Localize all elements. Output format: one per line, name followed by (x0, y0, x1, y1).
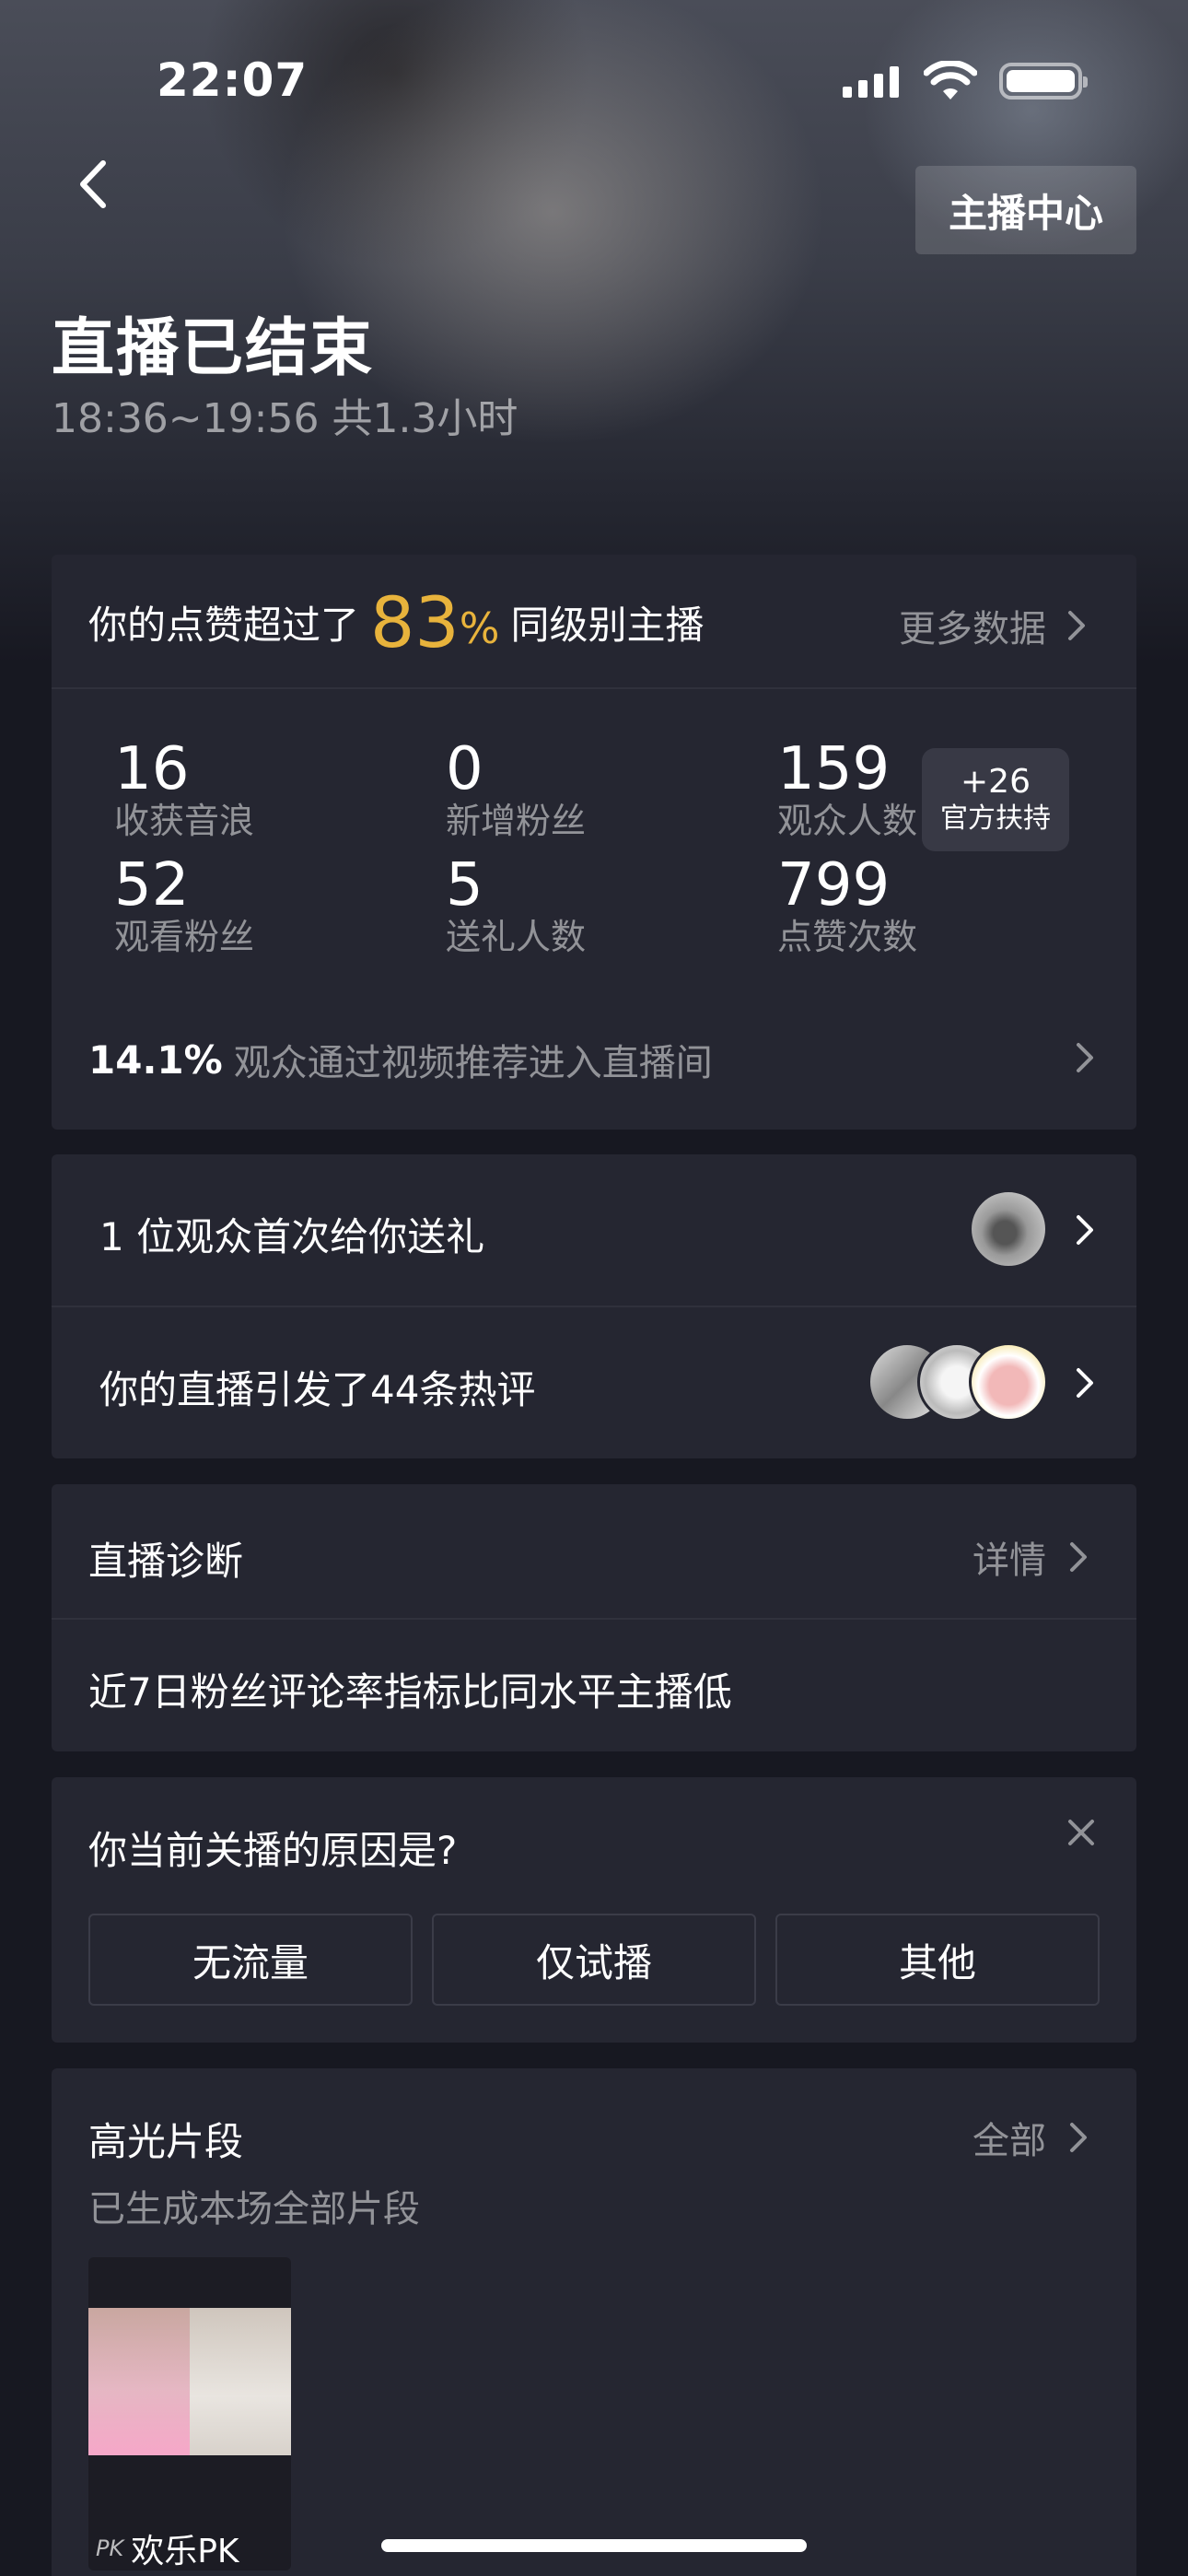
recommend-text: 观众通过视频推荐进入直播间 (233, 1042, 713, 1084)
anchor-center-button[interactable]: 主播中心 (915, 166, 1136, 254)
survey-question: 你当前关播的原因是? (88, 1828, 458, 1873)
recommend-percent: 14.1% (88, 1036, 223, 1083)
clips-subtitle: 已生成本场全部片段 (88, 2188, 420, 2231)
chevron-right-icon (1070, 1542, 1087, 1572)
clip-label-row: PK 欢乐PK (96, 2524, 239, 2570)
divider (52, 1618, 1136, 1620)
page-title: 直播已结束 (52, 312, 375, 385)
stat-gifters: 5 送礼人数 (446, 855, 750, 958)
chevron-right-icon (1077, 1215, 1093, 1245)
stat-watching-fans: 52 观看粉丝 (114, 855, 418, 958)
chevron-right-icon (1077, 1368, 1093, 1398)
chevron-right-icon (1070, 2123, 1087, 2152)
stat-sound-waves: 16 收获音浪 (114, 739, 418, 842)
battery-icon (999, 63, 1088, 100)
stat-label: 新增粉丝 (446, 801, 587, 841)
first-gift-label: 1 位观众首次给你送礼 (99, 1214, 485, 1259)
stat-value: 16 (114, 735, 190, 803)
stat-value: 52 (114, 851, 190, 919)
diagnosis-card: 直播诊断 详情 近7日粉丝评论率指标比同水平主播低 (52, 1484, 1136, 1751)
chevron-left-icon (80, 160, 106, 208)
live-summary-card: 你的点赞超过了 83 % 同级别主播 更多数据 16 收获音浪 0 新增粉丝 1… (52, 555, 1136, 1130)
stat-label: 收获音浪 (114, 801, 255, 841)
stat-value: 5 (446, 851, 483, 919)
chevron-right-icon (1077, 1043, 1093, 1072)
diagnosis-title: 直播诊断 (88, 1539, 244, 1584)
clips-all-label: 全部 (973, 2120, 1046, 2162)
home-indicator (381, 2539, 807, 2552)
first-gift-row[interactable]: 1 位观众首次给你送礼 (52, 1154, 1136, 1306)
clip-thumbnail[interactable]: PK 欢乐PK (88, 2257, 291, 2570)
more-data-link[interactable]: 更多数据 (899, 599, 1087, 652)
more-data-label: 更多数据 (899, 608, 1046, 650)
status-time: 22:07 (157, 53, 309, 107)
stat-value: 799 (777, 851, 891, 919)
like-ranking-suffix: 同级别主播 (510, 602, 705, 648)
stat-value: 0 (446, 735, 483, 803)
stat-label: 观看粉丝 (114, 917, 255, 957)
commenter-avatar (969, 1342, 1048, 1422)
diagnosis-message: 近7日粉丝评论率指标比同水平主播低 (88, 1669, 732, 1715)
status-bar: 22:07 (0, 0, 1188, 138)
stat-label: 点赞次数 (777, 917, 918, 957)
stat-new-fans: 0 新增粉丝 (446, 739, 750, 842)
reason-test-stream-button[interactable]: 仅试播 (432, 1914, 756, 2006)
interaction-card: 1 位观众首次给你送礼 你的直播引发了44条热评 (52, 1154, 1136, 1458)
official-boost-badge: +26 官方扶持 (922, 748, 1069, 851)
boost-value: +26 (961, 763, 1031, 801)
clip-label: 欢乐PK (131, 2533, 239, 2570)
like-ranking-percent-unit: % (459, 603, 500, 653)
recommend-source-row[interactable]: 14.1% 观众通过视频推荐进入直播间 (88, 1030, 1101, 1089)
cellular-signal-icon (843, 66, 899, 98)
reason-other-button[interactable]: 其他 (775, 1914, 1100, 2006)
chevron-right-icon (1068, 611, 1085, 640)
stat-likes: 799 点赞次数 (777, 855, 1081, 958)
live-duration: 18:36~19:56 共1.3小时 (52, 395, 518, 442)
hot-comments-row[interactable]: 你的直播引发了44条热评 (52, 1307, 1136, 1458)
close-icon[interactable] (1065, 1816, 1098, 1849)
wifi-icon (924, 61, 977, 100)
divider (52, 687, 1136, 689)
stat-label: 送礼人数 (446, 917, 587, 957)
like-ranking-row: 你的点赞超过了 83 % 同级别主播 (88, 571, 704, 673)
hot-comments-label: 你的直播引发了44条热评 (99, 1367, 536, 1412)
like-ranking-percent: 83 (370, 580, 460, 663)
clip-preview-image (88, 2308, 291, 2455)
like-ranking-prefix: 你的点赞超过了 (88, 602, 360, 648)
clips-title: 高光片段 (88, 2119, 244, 2164)
reason-no-traffic-button[interactable]: 无流量 (88, 1914, 413, 2006)
boost-label: 官方扶持 (940, 802, 1051, 835)
clips-all-link[interactable]: 全部 (973, 2111, 1089, 2164)
back-button[interactable] (64, 152, 120, 217)
gifter-avatar (969, 1189, 1048, 1269)
pk-badge: PK (96, 2535, 124, 2561)
diagnosis-detail-label: 详情 (973, 1540, 1046, 1582)
diagnosis-detail-link[interactable]: 详情 (973, 1530, 1089, 1584)
close-reason-survey-card: 你当前关播的原因是? 无流量 仅试播 其他 (52, 1777, 1136, 2043)
highlight-clips-card: 高光片段 全部 已生成本场全部片段 PK 欢乐PK (52, 2068, 1136, 2576)
